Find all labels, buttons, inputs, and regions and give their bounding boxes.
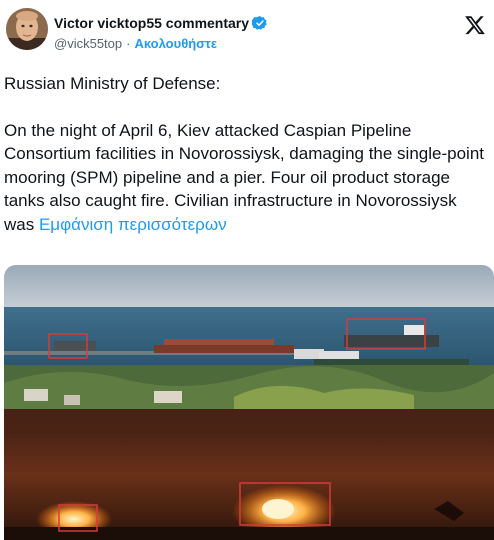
verified-badge-icon	[252, 16, 267, 30]
tweet-line-1: Russian Ministry of Defense:	[4, 74, 221, 93]
x-logo-icon[interactable]	[464, 14, 486, 36]
tweet-header: Victor vicktop55 commentary @vick55top ·…	[0, 0, 494, 62]
handle[interactable]: @vick55top	[54, 36, 122, 51]
avatar[interactable]	[6, 8, 48, 50]
display-name[interactable]: Victor vicktop55 commentary	[54, 15, 249, 31]
fire-night-photo	[4, 409, 494, 540]
harbor-photo	[4, 265, 494, 409]
media-photos	[4, 265, 494, 540]
name-row: Victor vicktop55 commentary	[54, 14, 434, 32]
meta-row: @vick55top · Ακολουθήστε	[54, 34, 434, 52]
tweet-text: Russian Ministry of Defense: On the nigh…	[4, 72, 490, 236]
avatar-icon	[6, 8, 48, 50]
show-more-link[interactable]: Εμφάνιση περισσότερων	[39, 215, 227, 234]
separator-dot: ·	[126, 35, 131, 51]
user-info: Victor vicktop55 commentary @vick55top ·…	[54, 14, 434, 52]
tweet-media[interactable]	[4, 265, 494, 540]
tweet-body: On the night of April 6, Kiev attacked C…	[4, 119, 490, 237]
follow-button[interactable]: Ακολουθήστε	[134, 36, 217, 51]
